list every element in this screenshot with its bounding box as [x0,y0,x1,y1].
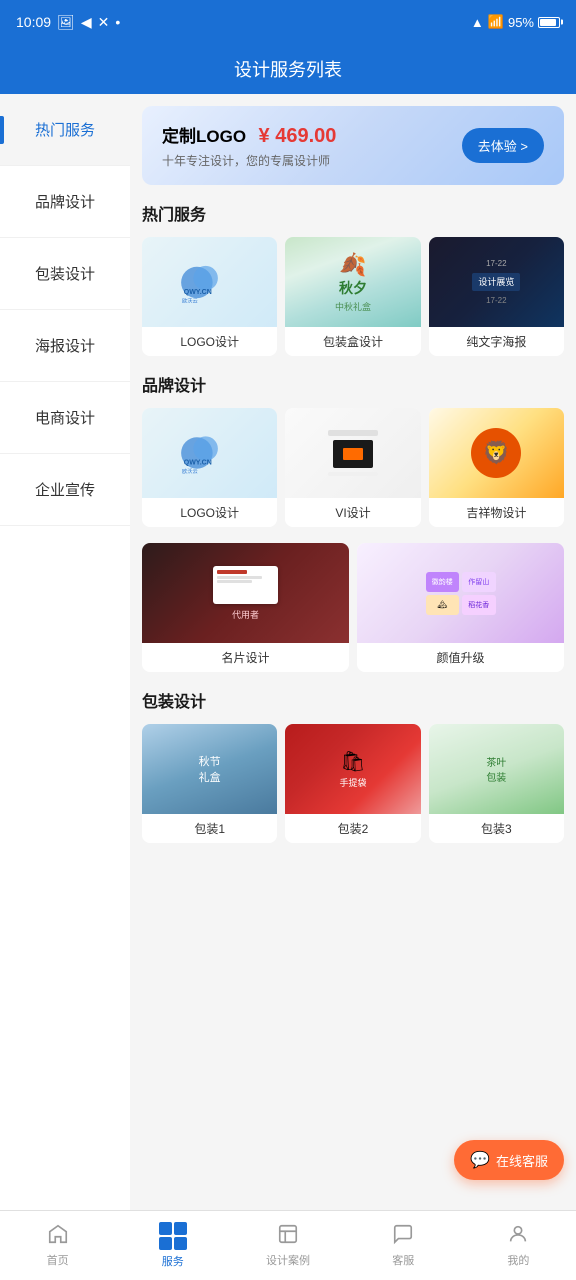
banner-info: 定制LOGO ¥ 469.00 十年专注设计，您的专属设计师 [162,122,462,169]
packaging-services-title: 包装设计 [142,688,564,712]
signal-icon: ▲ [471,15,484,30]
main-layout: 热门服务 品牌设计 包装设计 海报设计 电商设计 企业宣传 定制LOGO ¥ 4… [0,94,576,1210]
hot-service-packaging[interactable]: 🍂 秋夕 中秋礼盒 包装盒设计 [285,237,420,356]
brand-service-value[interactable]: 徽韵楼 作留山 🏔 稻花香 颜值升级 [357,543,564,672]
svg-text:欧沃云: 欧沃云 [182,296,198,304]
packaging-service-2[interactable]: 🛍 手提袋 包装2 [285,724,420,843]
promo-banner[interactable]: 定制LOGO ¥ 469.00 十年专注设计，您的专属设计师 去体验 > [142,106,564,185]
customer-service-float-button[interactable]: 💬 在线客服 [454,1140,564,1180]
mine-icon [507,1223,529,1249]
status-left: 10:09 🖼 ◀ ✕ • [16,14,120,31]
packaging-service-1[interactable]: 秋节礼盒 包装1 [142,724,277,843]
packaging-thumb-1: 秋节礼盒 [142,724,277,814]
banner-subtitle: 十年专注设计，您的专属设计师 [162,152,462,169]
hot-services-title: 热门服务 [142,201,564,225]
battery-icon [538,17,560,28]
brand-service-card[interactable]: 代用者 名片设计 [142,543,349,672]
customer-icon [392,1223,414,1249]
bottom-nav: 首页 服务 设计案例 客服 [0,1210,576,1280]
float-btn-label: 在线客服 [496,1151,548,1170]
packaging-service-3[interactable]: 茶叶包装 包装3 [429,724,564,843]
sidebar-item-corporate[interactable]: 企业宣传 [0,454,130,526]
notification-icon: 🖼 [57,14,75,31]
hot-packaging-thumb: 🍂 秋夕 中秋礼盒 [285,237,420,327]
content-area: 定制LOGO ¥ 469.00 十年专注设计，您的专属设计师 去体验 > 热门服… [130,94,576,1210]
service-icon [159,1222,187,1250]
sidebar-item-hot[interactable]: 热门服务 [0,94,130,166]
brand-service-mascot[interactable]: 🦁 吉祥物设计 [429,408,564,527]
brand-card-thumb: 代用者 [142,543,349,643]
sidebar: 热门服务 品牌设计 包装设计 海报设计 电商设计 企业宣传 [0,94,130,1210]
close-icon: ✕ [98,14,110,31]
hot-poster-thumb: 17-22 设计展览 17-22 [429,237,564,327]
packaging-thumb-3: 茶叶包装 [429,724,564,814]
brand-service-logo[interactable]: QWY.CN 欧沃云 LOGO设计 [142,408,277,527]
home-icon [47,1223,69,1249]
svg-text:欧沃云: 欧沃云 [182,467,198,475]
sidebar-item-brand[interactable]: 品牌设计 [0,166,130,238]
brand-services-grid-top: QWY.CN 欧沃云 LOGO设计 [142,408,564,527]
sidebar-item-ecommerce[interactable]: 电商设计 [0,382,130,454]
hot-service-poster[interactable]: 17-22 设计展览 17-22 纯文字海报 [429,237,564,356]
packaging-services-grid: 秋节礼盒 包装1 🛍 手提袋 包装2 [142,724,564,843]
nav-cases[interactable]: 设计案例 [230,1223,345,1268]
brand-services-grid-bottom: 代用者 名片设计 徽韵楼 作留山 🏔 稻花香 [142,543,564,672]
nav-home[interactable]: 首页 [0,1223,115,1268]
dot-icon: • [115,14,120,30]
banner-title: 定制LOGO ¥ 469.00 [162,122,462,148]
status-bar: 10:09 🖼 ◀ ✕ • ▲ 📶 95% [0,0,576,44]
page-title: 设计服务列表 [234,56,342,82]
banner-cta-button[interactable]: 去体验 > [462,128,544,163]
wifi-signal-icon: 📶 [488,14,504,30]
nav-mine[interactable]: 我的 [461,1223,576,1268]
wifi-icon: ◀ [81,14,92,31]
battery-text: 95% [508,15,534,30]
brand-service-vi[interactable]: VI设计 [285,408,420,527]
brand-value-thumb: 徽韵楼 作留山 🏔 稻花香 [357,543,564,643]
svg-text:QWY.CN: QWY.CN [183,288,211,295]
time: 10:09 [16,14,51,30]
brand-logo-thumb: QWY.CN 欧沃云 [142,408,277,498]
hot-services-grid: QWY.CN 欧沃云 LOGO设计 🍂 秋夕 中秋礼盒 [142,237,564,356]
cases-icon [277,1223,299,1249]
brand-vi-thumb [285,408,420,498]
hot-service-logo[interactable]: QWY.CN 欧沃云 LOGO设计 [142,237,277,356]
sidebar-item-poster[interactable]: 海报设计 [0,310,130,382]
page-header: 设计服务列表 [0,44,576,94]
hot-logo-thumb: QWY.CN 欧沃云 [142,237,277,327]
nav-customer[interactable]: 客服 [346,1223,461,1268]
status-right: ▲ 📶 95% [471,14,560,30]
chat-icon: 💬 [470,1150,490,1170]
nav-service[interactable]: 服务 [115,1222,230,1269]
packaging-thumb-2: 🛍 手提袋 [285,724,420,814]
brand-services-title: 品牌设计 [142,372,564,396]
sidebar-item-packaging[interactable]: 包装设计 [0,238,130,310]
brand-mascot-thumb: 🦁 [429,408,564,498]
svg-text:QWY.CN: QWY.CN [183,459,211,466]
